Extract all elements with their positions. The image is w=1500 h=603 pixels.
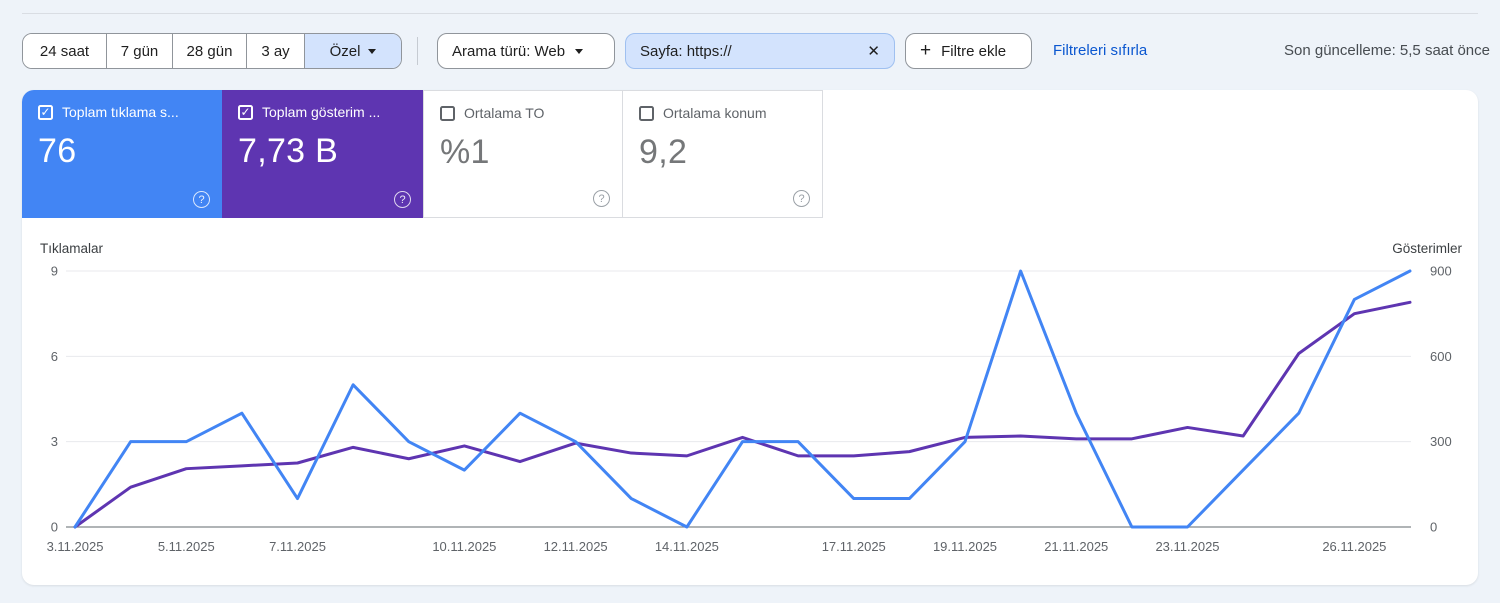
left-axis-tick: 3	[51, 434, 58, 449]
date-range-24h[interactable]: 24 saat	[23, 34, 107, 68]
last-update-text: Son güncelleme: 5,5 saat önce	[1284, 42, 1490, 59]
right-axis-tick: 600	[1430, 349, 1452, 364]
help-icon[interactable]: ?	[593, 190, 610, 207]
date-range-custom-label: Özel	[329, 42, 361, 60]
series-line-Gösterimler	[73, 300, 1412, 529]
x-axis-tick: 7.11.2025	[269, 539, 326, 554]
right-axis-title: Gösterimler	[1392, 241, 1462, 256]
metric-value: %1	[440, 133, 490, 171]
checkbox-checked-icon[interactable]: ✓	[38, 104, 53, 120]
chevron-down-icon	[575, 48, 584, 54]
chevron-down-icon	[368, 48, 377, 54]
x-axis-tick: 12.11.2025	[544, 539, 608, 554]
performance-card: ✓ Toplam tıklama s... 76 ? ✓ Toplam göst…	[22, 90, 1478, 585]
metric-value: 76	[38, 132, 77, 170]
add-filter-button[interactable]: + Filtre ekle	[905, 33, 1032, 69]
page-filter-label: Sayfa: https://	[640, 42, 732, 60]
metric-label: Toplam gösterim ...	[262, 104, 381, 120]
date-range-28d[interactable]: 28 gün	[173, 34, 247, 68]
series-line-Tıklamalar	[73, 269, 1412, 529]
help-icon[interactable]: ?	[394, 191, 411, 208]
help-icon[interactable]: ?	[793, 190, 810, 207]
plus-icon: +	[920, 40, 932, 61]
search-type-label: Arama türü: Web	[452, 42, 566, 60]
left-axis-tick: 9	[51, 264, 58, 279]
checkbox-unchecked-icon[interactable]: ✓	[440, 105, 455, 121]
checkbox-checked-icon[interactable]: ✓	[238, 104, 253, 120]
metric-tile-total-clicks[interactable]: ✓ Toplam tıklama s... 76 ?	[22, 90, 222, 218]
x-axis-tick: 19.11.2025	[933, 539, 997, 554]
x-axis-tick: 5.11.2025	[158, 539, 215, 554]
date-range-segmented-control: 24 saat 7 gün 28 gün 3 ay Özel	[22, 33, 402, 69]
metric-value: 9,2	[639, 133, 688, 171]
search-type-chip[interactable]: Arama türü: Web	[437, 33, 615, 69]
date-range-3m[interactable]: 3 ay	[247, 34, 305, 68]
x-axis-tick: 23.11.2025	[1155, 539, 1219, 554]
performance-line-chart: 0 0 3 300 6 600 9 900 3.11.2025 5.11.2025 7.11.202…	[47, 264, 1452, 555]
left-axis-title: Tıklamalar	[40, 241, 104, 256]
x-axis-tick: 3.11.2025	[47, 539, 104, 554]
right-axis-tick: 0	[1430, 520, 1437, 535]
metric-tile-total-impressions[interactable]: ✓ Toplam gösterim ... 7,73 B ?	[222, 90, 423, 218]
left-axis-tick: 6	[51, 349, 58, 364]
x-axis-tick: 26.11.2025	[1322, 539, 1386, 554]
metric-label: Ortalama konum	[663, 105, 767, 121]
x-axis-tick: 21.11.2025	[1044, 539, 1108, 554]
metric-label: Ortalama TO	[464, 105, 545, 121]
date-range-custom[interactable]: Özel	[305, 34, 401, 68]
metric-tile-average-ctr[interactable]: ✓ Ortalama TO %1 ?	[423, 90, 623, 218]
left-axis-tick: 0	[51, 520, 58, 535]
page-filter-chip[interactable]: Sayfa: https:// ✕	[625, 33, 895, 69]
metric-label: Toplam tıklama s...	[62, 104, 179, 120]
reset-filters-link[interactable]: Filtreleri sıfırla	[1053, 33, 1147, 69]
help-icon[interactable]: ?	[193, 191, 210, 208]
metric-tile-average-position[interactable]: ✓ Ortalama konum 9,2 ?	[623, 90, 823, 218]
date-range-7d[interactable]: 7 gün	[107, 34, 173, 68]
x-axis-tick: 10.11.2025	[432, 539, 496, 554]
x-axis-tick: 17.11.2025	[822, 539, 886, 554]
close-icon[interactable]: ✕	[867, 42, 880, 60]
toolbar-divider	[417, 37, 418, 65]
add-filter-label: Filtre ekle	[941, 42, 1007, 60]
right-axis-tick: 300	[1430, 434, 1452, 449]
x-axis-tick: 14.11.2025	[655, 539, 719, 554]
metric-value: 7,73 B	[238, 132, 339, 170]
top-divider	[22, 13, 1478, 14]
checkbox-unchecked-icon[interactable]: ✓	[639, 105, 654, 121]
right-axis-tick: 900	[1430, 264, 1452, 279]
